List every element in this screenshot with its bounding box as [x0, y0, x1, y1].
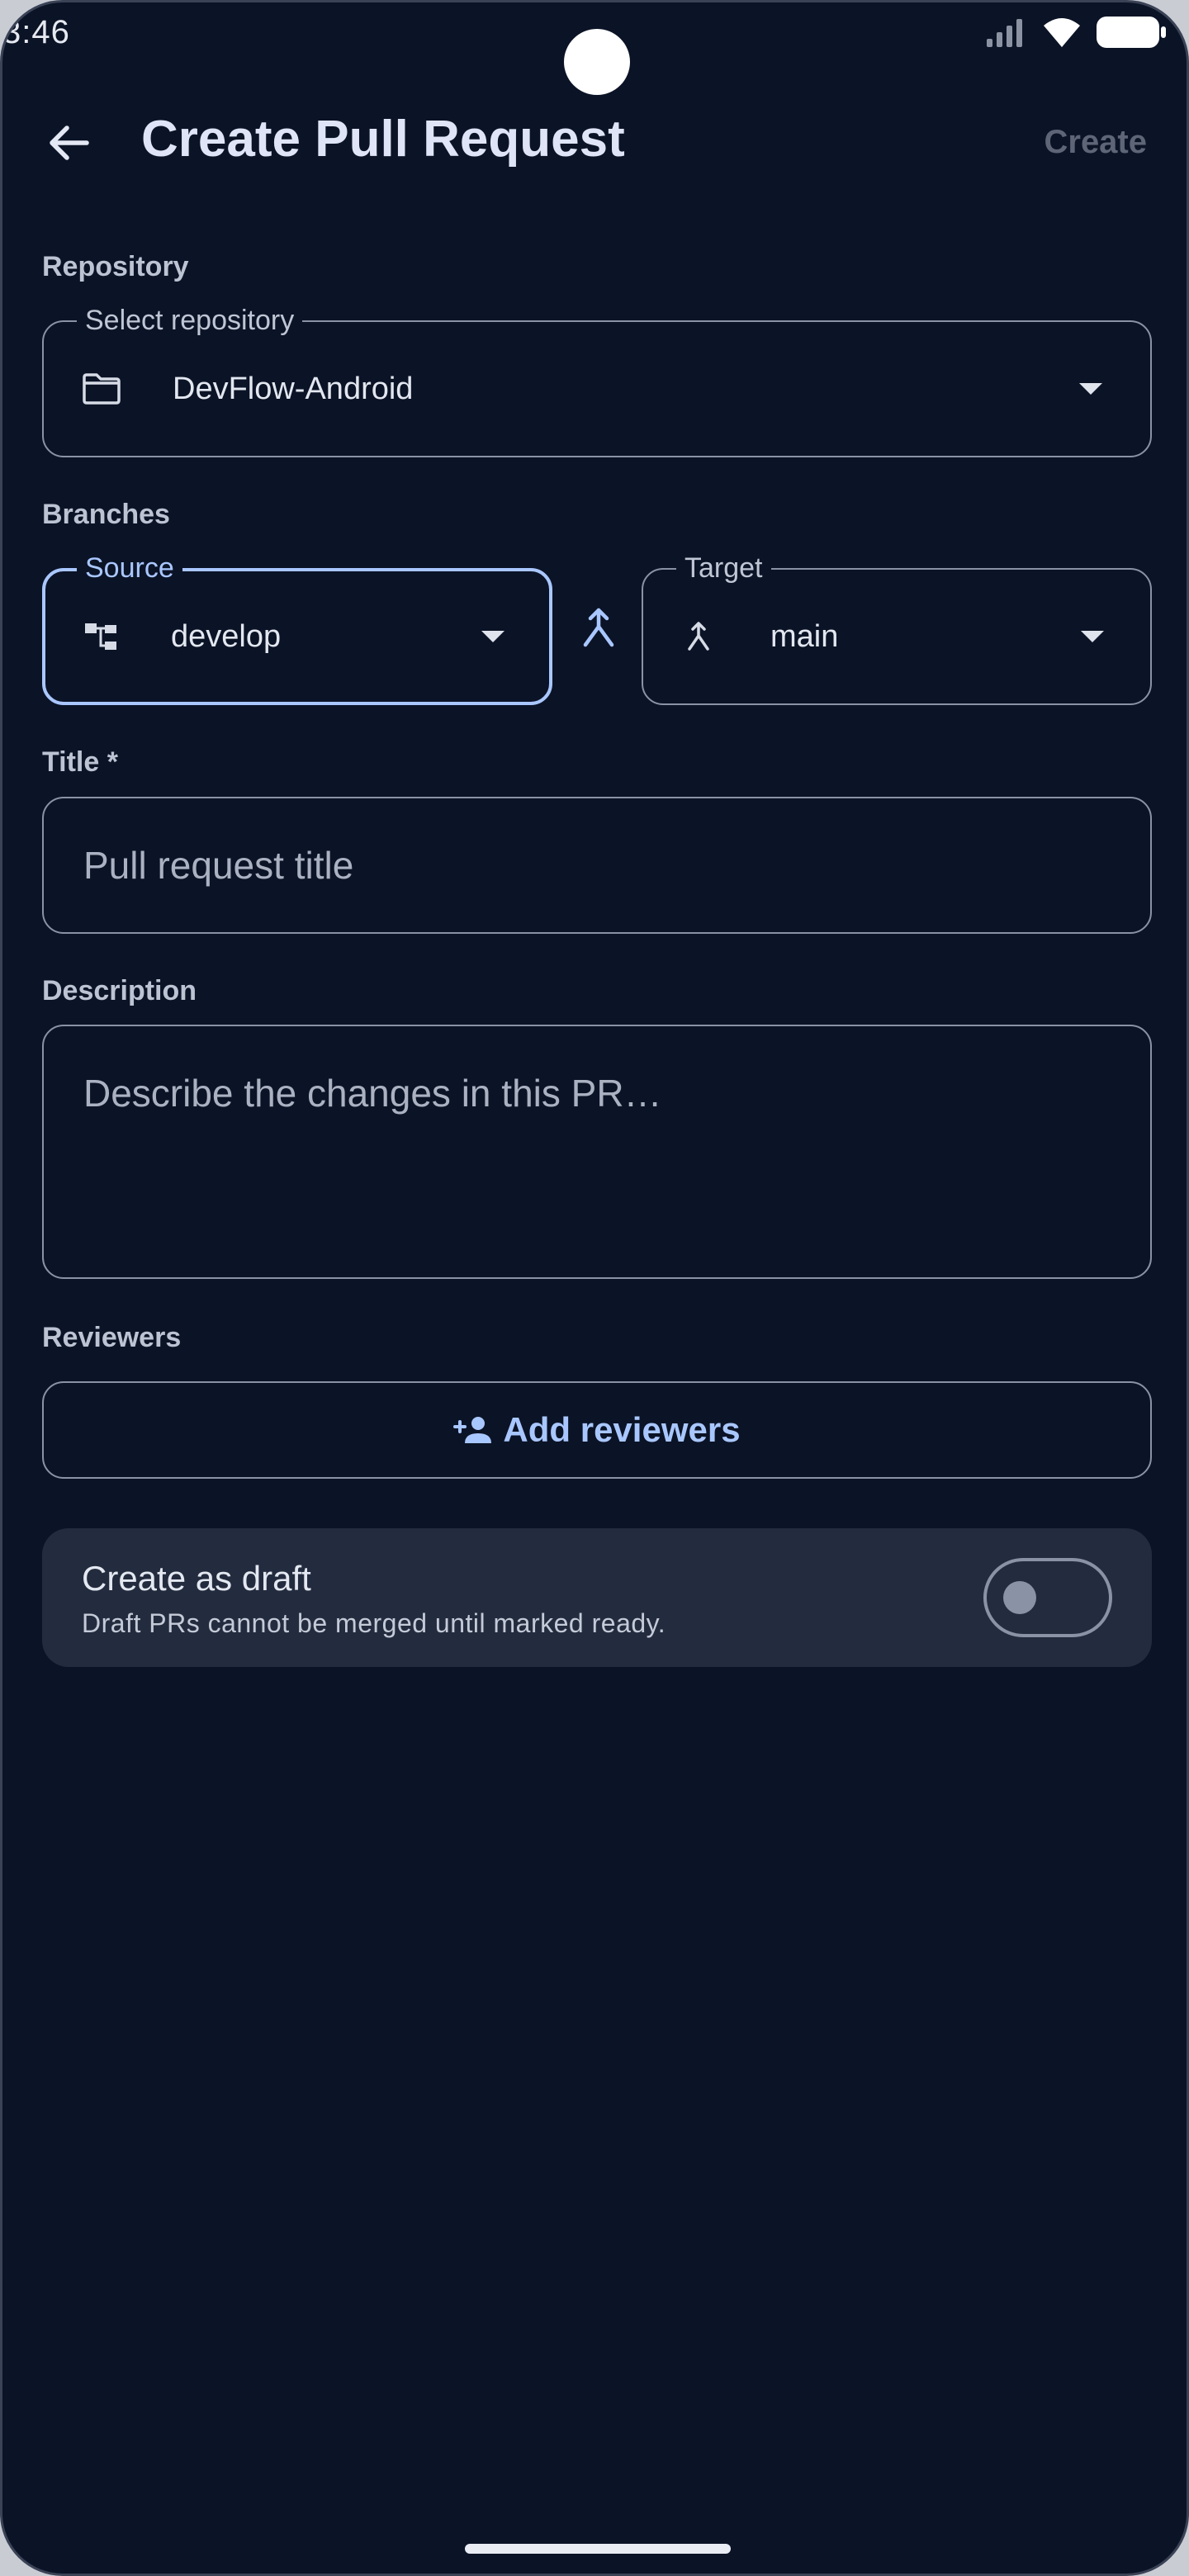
chevron-down-icon [1081, 631, 1104, 642]
wifi-icon [1044, 18, 1080, 47]
reviewers-section-label: Reviewers [42, 1322, 182, 1353]
draft-setting-card: Create as draft Draft PRs cannot be merg… [42, 1528, 1152, 1667]
battery-icon [1097, 17, 1166, 48]
title-input[interactable]: Pull request title [42, 797, 1152, 934]
target-branch-select[interactable]: Target main [642, 552, 1152, 705]
repository-select[interactable]: Select repository DevFlow-Android [42, 304, 1152, 457]
draft-subtitle: Draft PRs cannot be merged until marked … [82, 1608, 666, 1638]
toggle-knob [1003, 1581, 1036, 1614]
repository-section-label: Repository [42, 251, 189, 282]
title-section-label: Title * [42, 746, 118, 778]
folder-icon [82, 372, 121, 405]
camera-cutout [564, 29, 630, 95]
add-reviewers-button[interactable]: Add reviewers [42, 1381, 1152, 1479]
title-placeholder: Pull request title [83, 844, 354, 887]
repository-value: DevFlow-Android [173, 372, 414, 406]
signal-icon [987, 19, 1022, 47]
draft-toggle[interactable] [983, 1558, 1112, 1637]
home-indicator[interactable] [465, 2544, 731, 2554]
source-branch-select[interactable]: Source develop [42, 552, 552, 705]
description-section-label: Description [42, 975, 197, 1006]
back-button[interactable] [42, 116, 95, 169]
merge-arrow-icon [580, 607, 617, 650]
status-icons [985, 14, 1167, 50]
draft-title: Create as draft [82, 1559, 311, 1598]
source-branch-label: Source [77, 552, 182, 585]
target-branch-label: Target [676, 552, 771, 585]
add-reviewers-label: Add reviewers [503, 1410, 741, 1449]
arrow-back-icon [50, 125, 89, 160]
repository-field-label: Select repository [77, 304, 303, 337]
source-branch-value: develop [171, 619, 282, 654]
phone-screen: 3:46 Create Pull Request Create Reposito… [0, 0, 1189, 2576]
create-button[interactable]: Create [1044, 121, 1147, 163]
person-add-icon [453, 1417, 492, 1443]
page-title: Create Pull Request [141, 111, 625, 168]
chevron-down-icon [1079, 383, 1102, 395]
chevron-down-icon [481, 631, 504, 642]
merge-icon [686, 621, 711, 652]
description-placeholder: Describe the changes in this PR… [83, 1072, 662, 1115]
branch-tree-icon [83, 620, 118, 653]
status-time: 3:46 [2, 14, 70, 50]
target-branch-value: main [770, 619, 839, 654]
description-input[interactable]: Describe the changes in this PR… [42, 1025, 1152, 1279]
app-bar: Create Pull Request Create [2, 93, 1187, 184]
branches-section-label: Branches [42, 499, 170, 530]
